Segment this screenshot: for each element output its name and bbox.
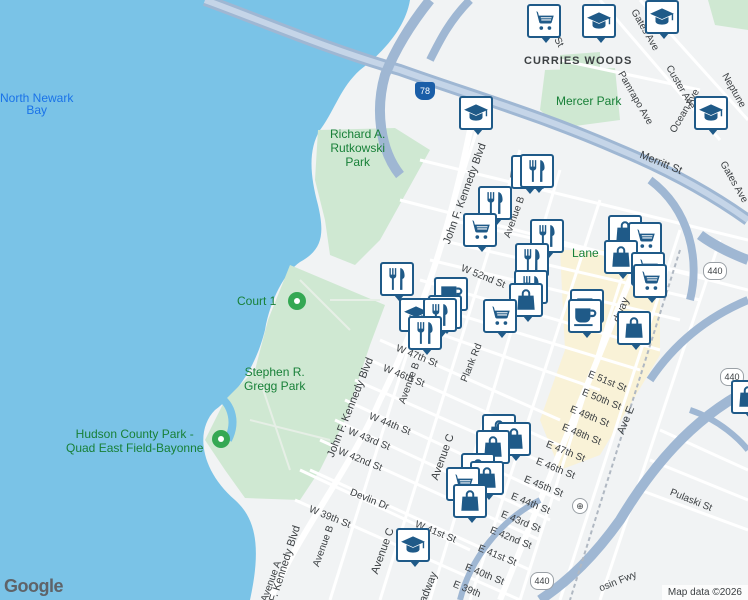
shopping-cart-pin-icon[interactable] [527,4,561,43]
rutkowski-park-label: Richard A. Rutkowski Park [330,127,386,169]
shopping-bag-pin-icon[interactable] [453,484,487,523]
mercer-park-label: Mercer Park [556,94,622,108]
curries-woods-label: CURRIES WOODS [524,55,633,67]
transit-icon: ⊕ [572,498,588,514]
i78-shield-icon: 78 [415,82,435,100]
restaurant-pin-icon[interactable] [408,316,442,355]
school-pin-icon[interactable] [694,96,728,135]
map-canvas[interactable]: North Newark Bay CURRIES WOODS Mercer Pa… [0,0,748,600]
restaurant-pin-icon[interactable] [380,262,414,301]
restaurant-pin-icon[interactable] [520,154,554,193]
school-pin-icon[interactable] [396,528,430,567]
google-logo: Google [4,576,64,596]
north-newark-bay-label: North Newark Bay [0,91,74,117]
school-pin-icon[interactable] [645,0,679,39]
lane-label: Lane [572,246,599,260]
shopping-bag-pin-icon[interactable] [617,311,651,350]
shopping-cart-pin-icon[interactable] [633,264,667,303]
gregg-park-label: Stephen R. Gregg Park [244,365,306,393]
shopping-cart-pin-icon[interactable] [463,213,497,252]
shopping-cart-pin-icon[interactable] [483,299,517,338]
park-marker-icon[interactable] [288,292,306,310]
coffee-pin-icon[interactable] [568,299,602,338]
school-pin-icon[interactable] [459,96,493,135]
school-pin-icon[interactable] [582,4,616,43]
park-marker-icon[interactable] [212,430,230,448]
shopping-bag-pin-icon[interactable] [731,380,748,419]
court-1-label: Court 1 [237,294,277,308]
hudson-county-park-label: Hudson County Park - Quad East Field-Bay… [66,427,204,455]
route-440-shield-icon: 440 [530,572,554,590]
map-data-attribution[interactable]: Map data ©2026 [661,585,748,600]
route-440-shield-icon: 440 [703,262,727,280]
